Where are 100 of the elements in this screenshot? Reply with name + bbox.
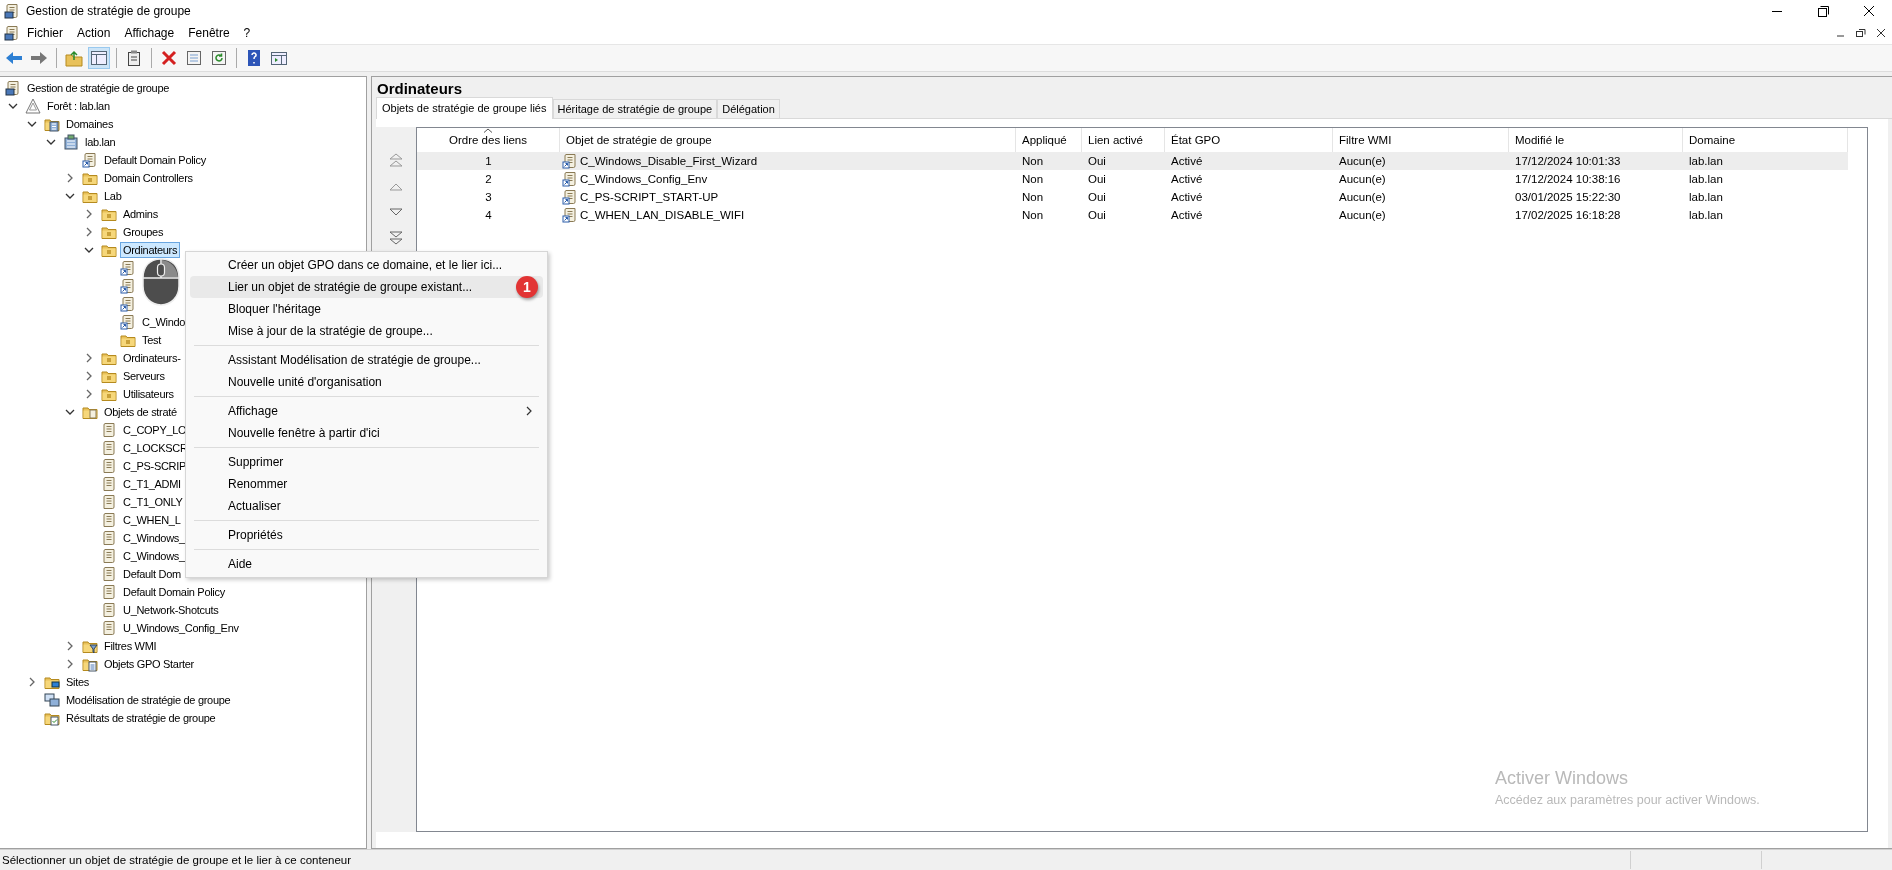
tree-item[interactable]: C_T1_ADMI [120,476,184,492]
table-cell-text: lab.lan [1688,208,1724,223]
table-row[interactable]: 4 C_WHEN_LAN_DISABLE_WIFI Non Oui Activé Aucun(e) 17/02/2025 16:18:28 lab.lan [417,206,1848,224]
tree-item[interactable]: Sites [63,674,92,690]
tree-item[interactable]: C_T1_ONLY [120,494,186,510]
chevron-down-icon[interactable] [84,245,94,255]
table-row[interactable]: 1 C_Windows_Disable_First_Wizard Non Oui Activé Aucun(e) 17/12/2024 10:01:33 lab.lan [417,152,1848,170]
tree-item[interactable]: C_Windows_ [120,548,188,564]
tab[interactable]: Héritage de stratégie de groupe [552,99,718,118]
table-cell: C_Windows_Disable_First_Wizard [580,155,758,167]
tree-item[interactable]: Default Domain Policy [120,584,228,600]
sort-caret-icon [483,128,493,133]
table-cell-text: Activé [1170,208,1204,223]
console-tree-icon[interactable] [88,47,110,69]
menu-item[interactable]: ? [236,24,258,42]
chevron-right-icon[interactable] [84,209,94,219]
menu-item[interactable]: Nouvelle fenêtre à partir d'ici [190,422,543,444]
chevron-down-icon[interactable] [27,119,37,129]
menu-item[interactable]: Supprimer [190,451,543,473]
scroll-icon [101,566,117,582]
tree-item[interactable]: Ordinateurs [120,242,181,258]
activation-title: Activer Windows [1495,768,1630,789]
table-cell-text: Oui [1087,172,1107,187]
menu-item[interactable]: Aide [190,553,543,575]
table-cell-text: Non [1021,208,1045,223]
tree-item[interactable]: Filtres WMI [101,638,160,654]
menu-item[interactable]: Action [70,24,118,42]
menu-item[interactable]: Affichage [190,400,543,422]
folder-icon [101,242,117,258]
tree-item[interactable]: C_PS-SCRIP [120,458,190,474]
table-cell-text: Aucun(e) [1338,208,1387,223]
tree-item[interactable]: C_Windo [139,314,189,330]
tree-item[interactable]: Admins [120,206,161,222]
menu-item[interactable]: Propriétés [190,524,543,546]
scroll-icon [101,620,117,636]
tree-item[interactable]: Gestion de stratégie de groupe [24,80,173,96]
move-to-bottom-icon[interactable] [388,231,404,245]
folder-icon [101,386,117,402]
chevron-down-icon[interactable] [46,137,56,147]
menu-item[interactable]: Assistant Modélisation de stratégie de groupe... [190,349,543,371]
tree-item[interactable]: U_Windows_Config_Env [120,620,242,636]
console-icon [5,80,21,96]
chevron-right-icon[interactable] [84,389,94,399]
table-row[interactable]: 2 C_Windows_Config_Env Non Oui Activé Aucun(e) 17/12/2024 10:38:16 lab.lan [417,170,1848,188]
table-row[interactable]: 3 C_PS-SCRIPT_START-UP Non Oui Activé Aucun(e) 03/01/2025 15:22:30 lab.lan [417,188,1848,206]
folder-icon [120,332,136,348]
table-cell-text: lab.lan [1688,154,1724,169]
tab[interactable]: Objets de stratégie de groupe liés [376,97,553,119]
chevron-down-icon[interactable] [65,191,75,201]
tree-item[interactable]: U_Network-Shotcuts [120,602,222,618]
tab[interactable]: Délégation [717,99,780,118]
mouse-icon [141,258,181,306]
tree-item[interactable]: Domain Controllers [101,170,196,186]
tree-item[interactable]: Serveurs [120,368,168,384]
menu-item[interactable]: Mise à jour de la stratégie de groupe... [190,320,543,342]
table-cell-text: Aucun(e) [1338,172,1387,187]
folder-document-icon [44,710,60,726]
table-cell-text: 3 [484,190,493,205]
tree-item[interactable]: Modélisation de stratégie de groupe [63,692,234,708]
tree-item[interactable]: Résultats de stratégie de groupe [63,710,219,726]
menu-item[interactable]: Bloquer l'héritage [190,298,543,320]
table-cell-text: Activé [1170,190,1204,205]
chevron-right-icon[interactable] [65,659,75,669]
menu-item[interactable]: Fichier [20,24,70,42]
shortcut-scroll-icon [120,278,136,294]
tree-item[interactable]: Default Dom [120,566,184,582]
scroll-icon [101,584,117,600]
tree-item[interactable]: Forêt : lab.lan [44,98,113,114]
tree-item[interactable]: Objets de straté [101,404,180,420]
tree-item[interactable]: Objets GPO Starter [101,656,197,672]
tree-item[interactable]: Utilisateurs [120,386,177,402]
chevron-right-icon[interactable] [65,641,75,651]
chevron-right-icon[interactable] [27,677,37,687]
tree-item[interactable]: C_WHEN_L [120,512,184,528]
scroll-icon [101,512,117,528]
menu-item[interactable]: Créer un objet GPO dans ce domaine, et le lier ici... [190,254,543,276]
menu-item[interactable]: Actualiser [190,495,543,517]
chevron-down-icon[interactable] [65,407,75,417]
chevron-right-icon[interactable] [65,173,75,183]
chevron-down-icon[interactable] [8,101,18,111]
tree-item[interactable]: Lab [101,188,125,204]
tree-item[interactable]: Ordinateurs- [120,350,184,366]
tree-item[interactable]: Domaines [63,116,117,132]
menu-item[interactable]: Nouvelle unité d'organisation [190,371,543,393]
menu-item[interactable]: Renommer [190,473,543,495]
folder-scroll-icon [82,404,98,420]
chevron-right-icon[interactable] [84,353,94,363]
menu-item[interactable]: Fenêtre [181,24,237,42]
folder-icon [82,188,98,204]
table-cell-text: 4 [484,208,493,223]
tree-item[interactable]: Groupes [120,224,167,240]
computers-icon [44,692,60,708]
tree-item[interactable]: Default Domain Policy [101,152,209,168]
menu-item[interactable]: Lier un objet de stratégie de groupe existant... 1 [190,276,543,298]
chevron-right-icon[interactable] [84,371,94,381]
tree-item[interactable]: Test [139,332,164,348]
tree-item[interactable]: lab.lan [82,134,119,150]
chevron-right-icon[interactable] [84,227,94,237]
menu-item[interactable]: Affichage [117,24,182,42]
tree-item[interactable]: C_Windows_ [120,530,188,546]
